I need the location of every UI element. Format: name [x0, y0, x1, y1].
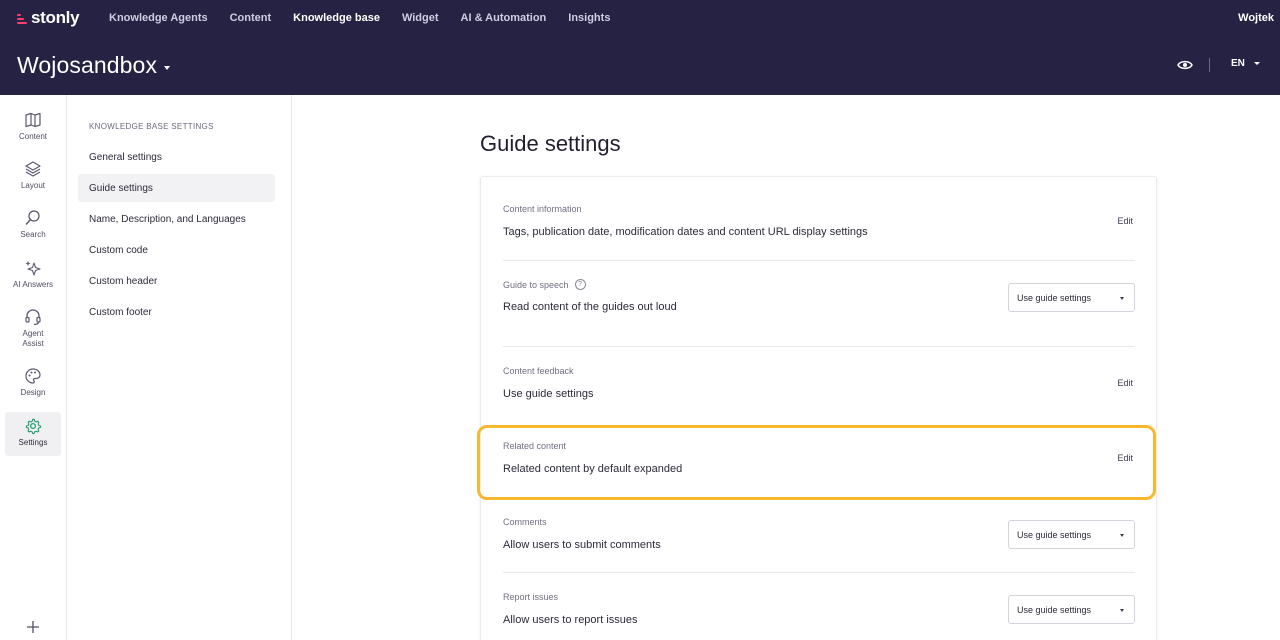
setting-label: Content information	[503, 204, 582, 214]
setting-value: Read content of the guides out loud	[503, 301, 677, 313]
row-divider	[503, 260, 1135, 261]
setting-row-content-feedback: Content feedback Use guide settings Edit	[503, 366, 1135, 426]
row-divider	[503, 572, 1135, 573]
edit-button[interactable]: Edit	[1117, 453, 1133, 463]
workspace-selector[interactable]: Wojosandbox	[17, 52, 171, 79]
setting-value: Allow users to submit comments	[503, 539, 661, 551]
edit-button[interactable]: Edit	[1117, 216, 1133, 226]
guide-to-speech-select[interactable]: Use guide settings	[1008, 283, 1135, 312]
search-icon	[25, 210, 40, 225]
edit-button[interactable]: Edit	[1117, 378, 1133, 388]
user-menu[interactable]: Wojtek	[1238, 12, 1274, 24]
settings-nav-general[interactable]: General settings	[78, 143, 275, 171]
setting-label: Comments	[503, 517, 547, 527]
headset-icon	[25, 309, 41, 326]
page-title: Guide settings	[480, 131, 621, 156]
setting-row-comments: Comments Allow users to submit comments …	[503, 517, 1135, 577]
settings-nav-custom-code[interactable]: Custom code	[78, 236, 275, 264]
sparkle-icon	[25, 261, 41, 276]
report-issues-select[interactable]: Use guide settings	[1008, 595, 1135, 624]
plus-icon[interactable]	[25, 619, 41, 635]
rail-item-ai-answers[interactable]: AI Answers	[5, 259, 61, 290]
select-value: Use guide settings	[1017, 604, 1092, 615]
gear-icon	[25, 418, 42, 435]
rail-item-agent-assist[interactable]: Agent Assist	[5, 308, 61, 349]
setting-row-guide-to-speech: Guide to speech ? Read content of the gu…	[503, 279, 1135, 339]
rail-item-label: Layout	[20, 181, 46, 190]
setting-value: Tags, publication date, modification dat…	[503, 226, 868, 238]
stonly-logo[interactable]: stonly	[17, 0, 109, 36]
settings-nav-guide-settings[interactable]: Guide settings	[78, 174, 275, 202]
rail-item-label: Agent Assist	[22, 329, 44, 348]
setting-label: Guide to speech ?	[503, 279, 586, 290]
setting-value: Allow users to report issues	[503, 614, 638, 626]
guide-settings-card: Content information Tags, publication da…	[480, 176, 1157, 640]
chevron-down-icon	[1120, 534, 1124, 537]
left-icon-rail: Content Layout Search AI Answers Agent A…	[0, 95, 67, 640]
rail-item-layout[interactable]: Layout	[5, 160, 61, 191]
settings-nav-custom-footer[interactable]: Custom footer	[78, 298, 275, 326]
logo-text: stonly	[31, 8, 80, 27]
rail-item-design[interactable]: Design	[5, 367, 61, 398]
rail-item-label: Search	[20, 230, 46, 239]
top-nav-menu: Knowledge Agents Content Knowledge base …	[109, 0, 632, 36]
settings-nav-title: KNOWLEDGE BASE SETTINGS	[89, 122, 214, 131]
setting-row-related-content: Related content Related content by defau…	[503, 441, 1135, 501]
workspace-name: Wojosandbox	[17, 52, 158, 78]
setting-label: Report issues	[503, 592, 559, 602]
topnav-widget[interactable]: Widget	[402, 12, 439, 24]
question-icon[interactable]: ?	[574, 279, 586, 290]
chevron-down-icon	[164, 65, 171, 70]
setting-value: Use guide settings	[503, 388, 594, 400]
select-value: Use guide settings	[1017, 529, 1092, 540]
logo-mark-icon	[17, 14, 27, 24]
chevron-down-icon	[1120, 609, 1124, 612]
rail-item-label: Settings	[18, 438, 48, 447]
setting-label: Content feedback	[503, 366, 574, 376]
chevron-down-icon	[1120, 297, 1124, 300]
comments-select[interactable]: Use guide settings	[1008, 520, 1135, 549]
workspace-header: Wojosandbox EN	[0, 36, 1280, 95]
header-divider	[1209, 58, 1210, 72]
language-label: EN	[1231, 58, 1245, 69]
topnav-insights[interactable]: Insights	[568, 12, 610, 24]
eye-icon[interactable]	[1177, 58, 1193, 72]
rail-item-label: AI Answers	[12, 280, 53, 289]
book-icon	[25, 112, 41, 128]
rail-item-label: Design	[20, 388, 46, 397]
topnav-knowledge-agents[interactable]: Knowledge Agents	[109, 12, 208, 24]
setting-label-text: Guide to speech	[503, 279, 569, 290]
rail-item-label: Content	[18, 132, 48, 141]
select-value: Use guide settings	[1017, 292, 1092, 303]
rail-item-content[interactable]: Content	[5, 111, 61, 142]
layers-icon	[25, 161, 41, 177]
row-divider	[503, 346, 1135, 347]
settings-nav-name-description-languages[interactable]: Name, Description, and Languages	[78, 205, 275, 233]
settings-nav-custom-header[interactable]: Custom header	[78, 267, 275, 295]
topnav-knowledge-base[interactable]: Knowledge base	[293, 12, 380, 24]
language-selector[interactable]: EN	[1231, 58, 1260, 69]
topnav-ai-automation[interactable]: AI & Automation	[461, 12, 547, 24]
chevron-down-icon	[1253, 62, 1260, 65]
knowledge-base-settings-nav: KNOWLEDGE BASE SETTINGS General settings…	[67, 95, 292, 640]
setting-label: Related content	[503, 441, 567, 451]
rail-item-settings[interactable]: Settings	[5, 412, 61, 456]
setting-row-content-information: Content information Tags, publication da…	[503, 204, 1135, 264]
setting-value: Related content by default expanded	[503, 463, 683, 475]
topnav-content[interactable]: Content	[230, 12, 272, 24]
palette-icon	[25, 368, 41, 384]
setting-row-report-issues: Report issues Allow users to report issu…	[503, 592, 1135, 640]
top-navigation-bar: stonly Knowledge Agents Content Knowledg…	[0, 0, 1280, 36]
rail-item-search[interactable]: Search	[5, 209, 61, 240]
